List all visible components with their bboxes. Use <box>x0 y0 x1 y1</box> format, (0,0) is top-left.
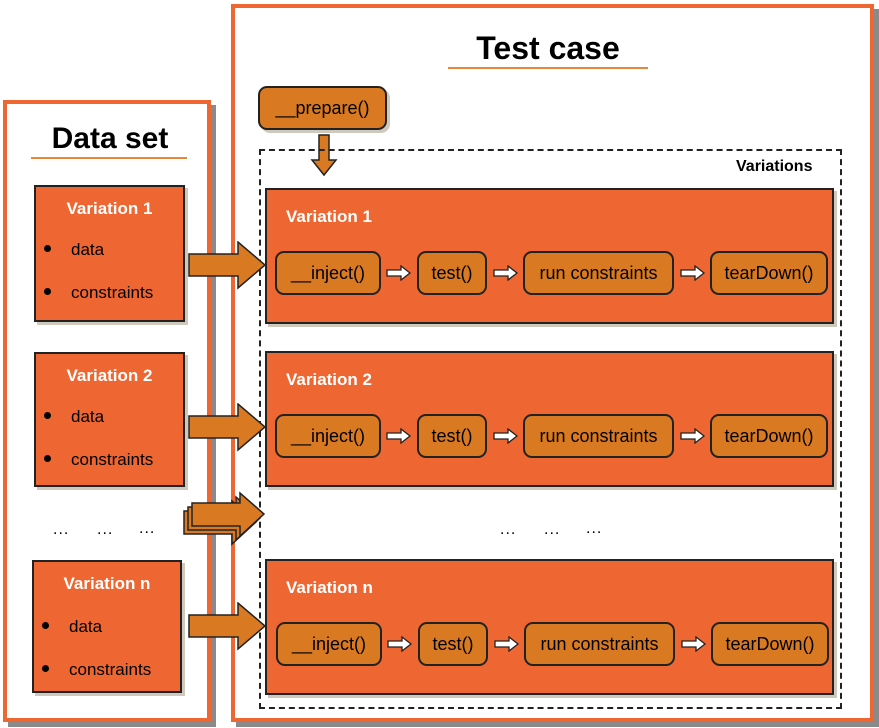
test-ellipsis-2: ... <box>544 521 561 538</box>
run-constraints-step: run constraints <box>524 622 675 666</box>
step-arrow-icon <box>493 265 519 281</box>
bullet-icon <box>42 665 49 673</box>
data-variation-n-item-data: data <box>42 617 102 637</box>
data-variation-1: Variation 1 data constraints <box>34 185 185 322</box>
data-ellipsis-3: ... <box>139 520 156 537</box>
inject-step: __inject() <box>276 622 382 666</box>
variations-label: Variations <box>736 158 813 175</box>
data-flow-arrow-1 <box>188 241 267 290</box>
step-arrow-icon <box>494 636 520 652</box>
data-variation-2-label: Variation 2 <box>66 366 153 385</box>
step-arrow-icon <box>387 636 413 652</box>
data-variation-2-item-data: data <box>44 407 104 427</box>
test-ellipsis-3: ... <box>586 520 603 537</box>
teardown-step: tearDown() <box>710 414 828 458</box>
step-arrow-icon <box>681 636 707 652</box>
step-arrow-icon <box>386 428 412 444</box>
prepare-step: __prepare() <box>258 86 387 130</box>
test-variation-n: Variation n __inject() test() run constr… <box>265 559 834 695</box>
data-set-title: Data set <box>51 122 169 155</box>
run-constraints-step: run constraints <box>523 414 674 458</box>
test-variation-2-label: Variation 2 <box>286 370 372 389</box>
test-ellipsis-1: ... <box>500 521 517 538</box>
bullet-icon <box>44 455 51 463</box>
step-arrow-icon <box>680 428 706 444</box>
data-variation-2-item-constraints: constraints <box>44 450 153 470</box>
test-case-title-underline <box>448 67 648 69</box>
test-step: test() <box>417 251 487 295</box>
test-variation-n-label: Variation n <box>286 578 373 597</box>
data-set-title-underline <box>31 157 187 159</box>
test-step: test() <box>418 622 488 666</box>
data-flow-arrow-2 <box>188 403 267 452</box>
data-variation-n-label: Variation n <box>63 574 151 593</box>
data-variation-n: Variation n data constraints <box>32 560 182 693</box>
test-variation-1-label: Variation 1 <box>286 207 372 226</box>
test-variation-1: Variation 1 __inject() test() run constr… <box>265 188 834 324</box>
test-variation-2: Variation 2 __inject() test() run constr… <box>265 351 834 487</box>
data-variation-1-item-constraints: constraints <box>44 283 153 303</box>
bullet-icon <box>44 288 51 296</box>
test-case-title: Test case <box>476 30 620 66</box>
inject-step: __inject() <box>275 414 381 458</box>
data-ellipsis-1: ... <box>53 521 70 538</box>
data-flow-arrow-n <box>188 602 267 651</box>
step-arrow-icon <box>680 265 706 281</box>
step-arrow-icon <box>493 428 519 444</box>
step-arrow-icon <box>386 265 412 281</box>
data-variation-1-item-data: data <box>44 240 104 260</box>
data-ellipsis-2: ... <box>97 521 114 538</box>
inject-step: __inject() <box>275 251 381 295</box>
data-variation-1-label: Variation 1 <box>66 199 153 218</box>
bullet-icon <box>42 622 49 630</box>
teardown-step: tearDown() <box>710 251 828 295</box>
bullet-icon <box>44 245 51 253</box>
bullet-icon <box>44 412 51 420</box>
test-step: test() <box>417 414 487 458</box>
data-variation-2: Variation 2 data constraints <box>34 352 185 487</box>
teardown-step: tearDown() <box>711 622 829 666</box>
data-flow-arrow-stack <box>183 491 266 546</box>
run-constraints-step: run constraints <box>523 251 674 295</box>
data-variation-n-item-constraints: constraints <box>42 660 151 680</box>
